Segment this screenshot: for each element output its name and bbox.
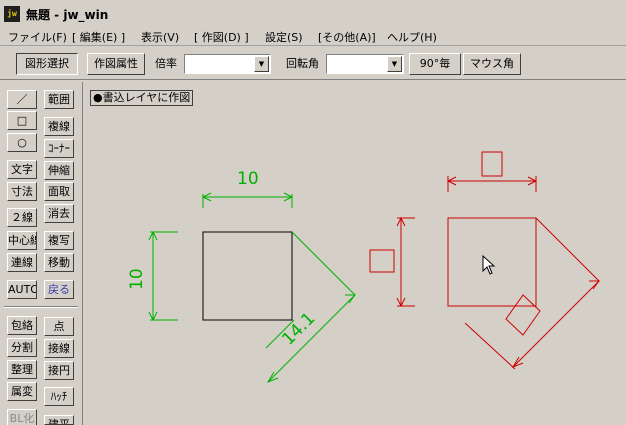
block-create-button[interactable]: BL化: [7, 409, 37, 425]
square-shape: [202, 231, 293, 321]
menu-edit[interactable]: [ 編集(E) ]: [72, 29, 125, 45]
chevron-down-icon[interactable]: ▼: [254, 56, 269, 72]
draw-props-button[interactable]: 作図属性: [87, 53, 145, 75]
extend-button[interactable]: 伸縮: [44, 161, 74, 180]
drawing-canvas[interactable]: ●書込レイヤに作図 10 10 14.1: [82, 82, 626, 425]
menu-other[interactable]: [その他(A)]: [318, 29, 376, 45]
dimension-horizontal: [201, 192, 294, 208]
shape-select-button[interactable]: 図形選択: [16, 53, 78, 75]
menu-view[interactable]: 表示(V): [141, 29, 179, 45]
text-tool-button[interactable]: 文字: [7, 160, 37, 179]
corner-button[interactable]: ｺｰﾅｰ: [44, 139, 74, 158]
menu-help[interactable]: ヘルプ(H): [387, 29, 437, 45]
offset-line-button[interactable]: 複線: [44, 117, 74, 136]
menu-settings[interactable]: 設定(S): [265, 29, 303, 45]
range-button[interactable]: 範囲: [44, 90, 74, 109]
chevron-down-icon[interactable]: ▼: [387, 56, 402, 72]
menu-bar: ファイル(F) [ 編集(E) ] 表示(V) [ 作図(D) ] 設定(S) …: [0, 28, 626, 46]
copy-button[interactable]: 複写: [44, 231, 74, 250]
double-line-button[interactable]: ２線: [7, 208, 37, 227]
dimension-tool-button[interactable]: 寸法: [7, 182, 37, 201]
title-bar: jw 無題 - jw_win: [0, 0, 626, 28]
undo-button[interactable]: 戻る: [44, 280, 74, 299]
rotation-label: 回転角: [286, 57, 319, 70]
toolbar: 図形選択 作図属性 倍率 ▼ 回転角 ▼ 90°毎 マウス角: [0, 48, 626, 80]
scale-combobox[interactable]: ▼: [184, 54, 271, 74]
attribute-change-button[interactable]: 属変: [7, 382, 37, 401]
sidebar-divider: [4, 306, 78, 308]
erase-button[interactable]: 消去: [44, 204, 74, 223]
dim-vertical-text: 10: [127, 268, 147, 290]
envelope-button[interactable]: 包絡: [7, 316, 37, 335]
dimension-vertical: [148, 230, 178, 322]
point-button[interactable]: 点: [44, 317, 74, 336]
divide-button[interactable]: 分割: [7, 338, 37, 357]
circle-tool-button[interactable]: ○: [7, 133, 37, 152]
angle-90-button[interactable]: 90°毎: [409, 53, 461, 75]
tangent-circle-button[interactable]: 接円: [44, 361, 74, 380]
tool-sidebar: ／ □ ○ 文字 寸法 ２線 中心線 連線 AUTO 包絡 分割 整理 属変 B…: [0, 82, 82, 425]
building-plan-button[interactable]: 建平: [44, 415, 74, 425]
line-tool-button[interactable]: ／: [7, 90, 37, 109]
move-button[interactable]: 移動: [44, 253, 74, 272]
dimension-diagonal: [265, 231, 356, 384]
mouse-pointer-icon: [482, 254, 496, 275]
chamfer-button[interactable]: 面取: [44, 182, 74, 201]
organize-button[interactable]: 整理: [7, 360, 37, 379]
red-small-box-top: [481, 151, 503, 177]
red-square-shape: [447, 217, 537, 307]
red-small-box-left: [369, 249, 395, 273]
dim-horizontal-text: 10: [237, 169, 259, 189]
menu-file[interactable]: ファイル(F): [8, 29, 67, 45]
cad-drawing: 10 10 14.1: [127, 151, 600, 384]
jw-app-icon: jw: [4, 6, 20, 22]
rotation-combobox[interactable]: ▼: [326, 54, 404, 74]
center-line-button[interactable]: 中心線: [7, 231, 37, 250]
dim-diagonal-text: 14.1: [278, 309, 319, 350]
hatch-button[interactable]: ﾊｯﾁ: [44, 387, 74, 406]
window-title: 無題 - jw_win: [26, 8, 109, 22]
auto-mode-button[interactable]: AUTO: [7, 280, 37, 299]
mouse-angle-button[interactable]: マウス角: [463, 53, 521, 75]
menu-draw[interactable]: [ 作図(D) ]: [194, 29, 249, 45]
continuous-line-button[interactable]: 連線: [7, 253, 37, 272]
rectangle-tool-button[interactable]: □: [7, 111, 37, 130]
scale-label: 倍率: [155, 57, 177, 70]
tangent-line-button[interactable]: 接線: [44, 339, 74, 358]
